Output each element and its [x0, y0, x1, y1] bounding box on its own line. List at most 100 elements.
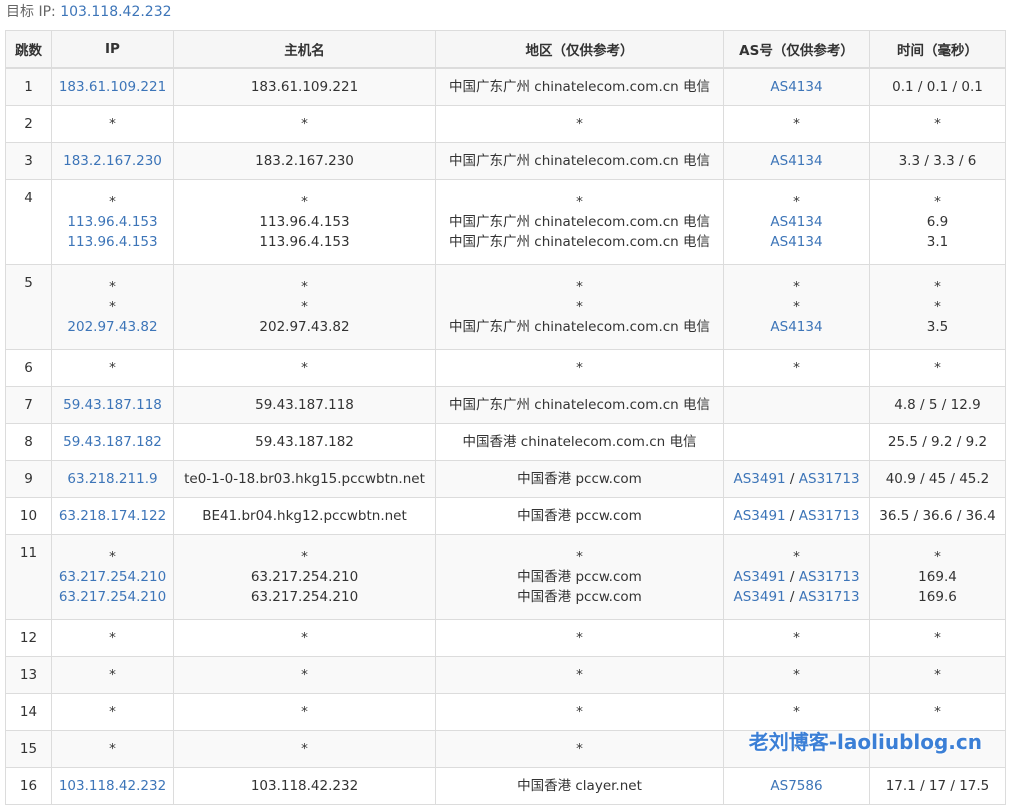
ip-link[interactable]: 202.97.43.82 [67, 319, 157, 335]
time-cell-value: * [934, 116, 941, 132]
region-cell-line: * [436, 628, 723, 648]
ip-cell-value: * [109, 549, 116, 565]
as-cell-line: * [724, 702, 869, 722]
hostname-cell-value: 59.43.187.182 [255, 434, 354, 450]
hostname-cell-value: * [301, 116, 308, 132]
as-link[interactable]: AS31713 [799, 569, 860, 585]
as-link[interactable]: AS3491 [733, 569, 785, 585]
hostname-cell-value: BE41.br04.hkg12.pccwbtn.net [202, 508, 407, 524]
as-link[interactable]: AS4134 [770, 153, 822, 169]
as-link[interactable]: AS4134 [770, 79, 822, 95]
ip-cell-value: * [109, 299, 116, 315]
ip-link[interactable]: 63.218.211.9 [67, 471, 157, 487]
table-row: 8 59.43.187.182 59.43.187.182 中国香港 chinatel… [5, 423, 1006, 461]
region-cell-value: 中国广东广州 chinatelecom.com.cn 电信 [448, 397, 711, 413]
hop-cell: 1 [5, 67, 52, 106]
ip-cell-line: * [52, 358, 173, 378]
ip-cell-value: * [109, 360, 116, 376]
hostname-cell-line: * [174, 702, 435, 722]
time-cell: 25.5 / 9.2 / 9.2 [869, 423, 1006, 461]
ip-link[interactable]: 63.218.174.122 [59, 508, 166, 524]
hop-cell: 2 [5, 105, 52, 143]
hostname-cell-line: 183.2.167.230 [174, 151, 435, 171]
ip-link[interactable]: 103.118.42.232 [59, 778, 166, 794]
region-cell-line: 中国香港 clayer.net [436, 776, 723, 796]
hostname-cell-line: 202.97.43.82 [174, 317, 435, 337]
ip-link[interactable]: 59.43.187.182 [63, 434, 162, 450]
ip-cell-value: * [109, 630, 116, 646]
time-cell-line: * [870, 114, 1005, 134]
as-cell-line: * [724, 358, 869, 378]
as-value: * [793, 549, 800, 565]
as-cell-line: * [724, 628, 869, 648]
ip-cell-value: * [109, 667, 116, 683]
time-cell: 3.3 / 3.3 / 6 [869, 142, 1006, 180]
as-link[interactable]: AS7586 [770, 778, 822, 794]
hostname-cell-value: 183.2.167.230 [255, 153, 354, 169]
hostname-cell-line: 103.118.42.232 [174, 776, 435, 796]
hostname-cell-value: * [301, 630, 308, 646]
ip-link[interactable]: 183.2.167.230 [63, 153, 162, 169]
hop-cell: 15 [5, 730, 52, 768]
ip-cell: * 113.96.4.153 113.96.4.153 [51, 179, 174, 265]
as-link[interactable]: AS31713 [799, 589, 860, 605]
as-cell-line [724, 432, 869, 452]
hostname-cell-line: * [174, 665, 435, 685]
hostname-cell-value: 183.61.109.221 [250, 79, 359, 95]
ip-cell-line: 113.96.4.153 [52, 212, 173, 232]
as-cell-line: * [724, 547, 869, 567]
as-value: * [793, 279, 800, 295]
hostname-cell: * [173, 619, 436, 657]
time-cell-value: 4.8 / 5 / 12.9 [894, 397, 981, 413]
as-cell-line: AS4134 [724, 151, 869, 171]
hostname-cell-value: * [301, 549, 308, 565]
ip-link[interactable]: 59.43.187.118 [63, 397, 162, 413]
table-header-row: 跳数 IP 主机名 地区（仅供参考） AS号（仅供参考） 时间（毫秒） [5, 30, 1006, 69]
ip-link[interactable]: 113.96.4.153 [67, 234, 157, 250]
hostname-cell-line: 63.217.254.210 [174, 587, 435, 607]
as-link[interactable]: AS31713 [799, 508, 860, 524]
hop-cell: 5 [5, 264, 52, 350]
time-cell: 36.5 / 36.6 / 36.4 [869, 497, 1006, 535]
as-link[interactable]: AS31713 [799, 471, 860, 487]
ip-link[interactable]: 63.217.254.210 [59, 589, 166, 605]
hostname-cell-line: 63.217.254.210 [174, 567, 435, 587]
hostname-cell-value: 63.217.254.210 [250, 589, 359, 605]
as-cell-line: AS3491 / AS31713 [733, 471, 860, 487]
time-cell-line: * [870, 297, 1005, 317]
as-link[interactable]: AS3491 [733, 508, 785, 524]
hostname-cell: * [173, 349, 436, 387]
time-cell-line: * [870, 358, 1005, 378]
time-cell-line: 3.1 [870, 232, 1005, 252]
ip-link[interactable]: 113.96.4.153 [67, 214, 157, 230]
ip-link[interactable]: 63.217.254.210 [59, 569, 166, 585]
ip-link[interactable]: 183.61.109.221 [59, 79, 166, 95]
time-cell: * 6.9 3.1 [869, 179, 1006, 265]
region-cell-line: * [436, 547, 723, 567]
time-cell: * [869, 693, 1006, 731]
as-link[interactable]: AS4134 [770, 214, 822, 230]
hop-cell: 9 [5, 460, 52, 498]
ip-cell-line: 63.217.254.210 [52, 587, 173, 607]
table-row: 16 103.118.42.232 103.118.42.232 中国香港 claye… [5, 767, 1006, 805]
region-cell-value: 中国香港 pccw.com [517, 569, 642, 585]
as-link[interactable]: AS4134 [770, 234, 822, 250]
ip-cell-line: 63.218.211.9 [52, 469, 173, 489]
region-cell: * [435, 619, 724, 657]
time-cell-line: 4.8 / 5 / 12.9 [870, 395, 1005, 415]
ip-cell: 183.2.167.230 [51, 142, 174, 180]
hop-cell: 13 [5, 656, 52, 694]
hostname-cell-value: * [301, 279, 308, 295]
as-link[interactable]: AS4134 [770, 319, 822, 335]
header-hop: 跳数 [5, 30, 52, 69]
hostname-cell-line: * [174, 114, 435, 134]
time-cell: * [869, 656, 1006, 694]
as-link[interactable]: AS3491 [733, 471, 785, 487]
ip-cell: * [51, 730, 174, 768]
ip-cell: 59.43.187.182 [51, 423, 174, 461]
hostname-cell: 103.118.42.232 [173, 767, 436, 805]
ip-cell-line: * [52, 739, 173, 759]
as-link[interactable]: AS3491 [733, 589, 785, 605]
hop-cell: 12 [5, 619, 52, 657]
region-cell-value: * [576, 360, 583, 376]
